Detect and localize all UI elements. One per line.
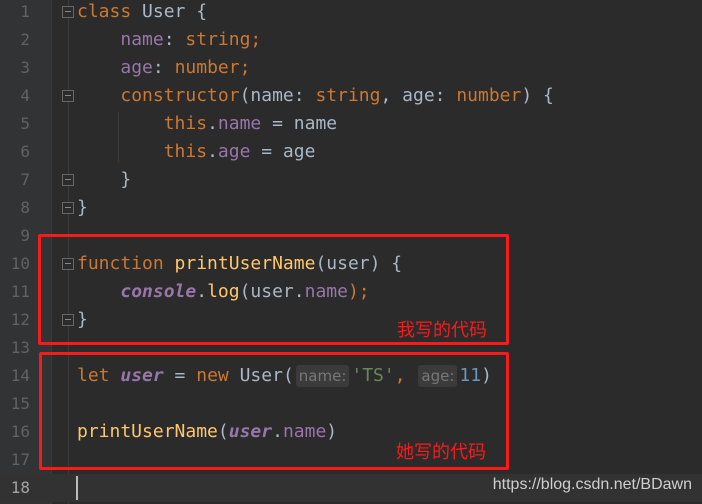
code-token: string xyxy=(315,85,381,106)
line-number: 9 xyxy=(20,226,30,245)
code-token: this xyxy=(163,141,208,162)
line-number: 5 xyxy=(20,114,30,133)
fold-collapse-icon[interactable] xyxy=(62,6,74,18)
line-number: 15 xyxy=(10,394,30,413)
annotation-label-mine: 我写的代码 xyxy=(397,320,487,341)
code-token: age xyxy=(120,57,153,78)
text-caret xyxy=(76,476,78,500)
code-line[interactable]: age: number; xyxy=(77,54,250,82)
code-token: . xyxy=(207,141,218,162)
code-line[interactable]: } xyxy=(77,166,131,194)
line-number: 10 xyxy=(10,254,30,273)
line-number: 8 xyxy=(20,198,30,217)
line-number: 6 xyxy=(20,142,30,161)
code-token: (name: xyxy=(239,85,316,106)
annotation-label-hers: 她写的代码 xyxy=(396,442,486,463)
code-token: age xyxy=(217,141,251,162)
code-token: number; xyxy=(174,57,251,78)
code-token: . xyxy=(207,113,218,134)
code-line[interactable]: name: string; xyxy=(77,26,261,54)
code-token: constructor xyxy=(120,85,240,106)
code-token: : xyxy=(152,57,175,78)
line-number: 3 xyxy=(20,58,30,77)
line-number: 16 xyxy=(10,422,30,441)
line-number: 11 xyxy=(10,282,30,301)
code-token: , age: xyxy=(380,85,457,106)
code-token: = name xyxy=(261,113,338,134)
code-token: string; xyxy=(185,29,262,50)
line-number: 14 xyxy=(10,366,30,385)
line-number: 17 xyxy=(10,450,30,469)
code-token: this xyxy=(163,113,208,134)
code-token: ) { xyxy=(521,85,554,106)
fold-collapse-icon[interactable] xyxy=(62,90,74,102)
code-token: } xyxy=(77,169,132,190)
watermark: https://blog.csdn.net/BDawn xyxy=(492,476,692,493)
code-line[interactable]: } xyxy=(77,194,88,222)
line-number: 7 xyxy=(20,170,30,189)
code-line[interactable]: this.name = name xyxy=(77,110,337,138)
code-token: : xyxy=(163,29,186,50)
line-number: 1 xyxy=(20,2,30,21)
line-number: 4 xyxy=(20,86,30,105)
code-token: } xyxy=(77,197,88,218)
code-line[interactable]: class User { xyxy=(77,0,207,26)
code-token: number xyxy=(456,85,522,106)
line-number: 12 xyxy=(10,310,30,329)
code-token: User { xyxy=(142,1,208,22)
line-number: 13 xyxy=(10,338,30,357)
code-line[interactable]: this.age = age xyxy=(77,138,316,166)
fold-end-icon[interactable] xyxy=(62,202,74,214)
code-token: name xyxy=(120,29,164,50)
code-line[interactable]: constructor(name: string, age: number) { xyxy=(77,82,554,110)
line-number: 18 xyxy=(10,478,30,497)
line-number: 2 xyxy=(20,30,30,49)
code-token: class xyxy=(77,1,143,22)
code-token: = age xyxy=(250,141,316,162)
fold-end-icon[interactable] xyxy=(62,174,74,186)
code-token: name xyxy=(217,113,262,134)
